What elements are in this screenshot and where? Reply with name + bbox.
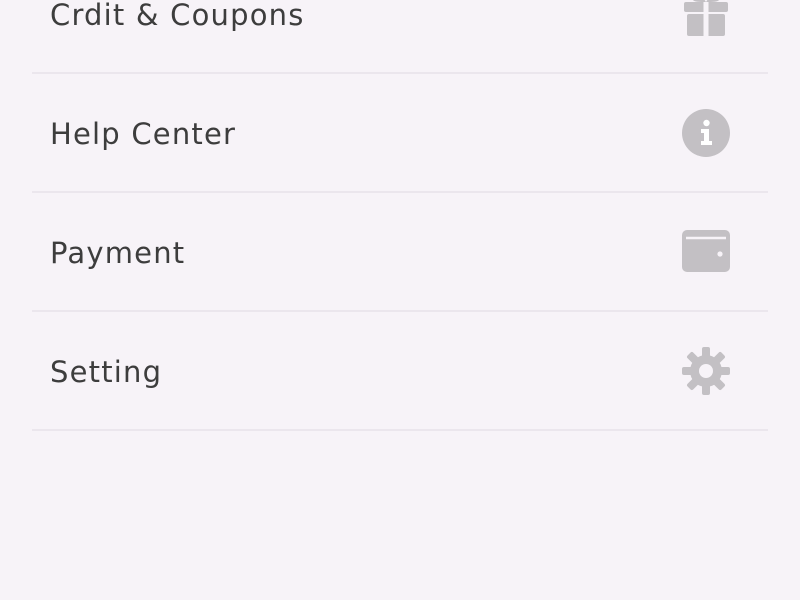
- gear-icon: [680, 345, 732, 397]
- menu-item-label: Payment: [50, 236, 186, 270]
- menu-item-credit-coupons[interactable]: Crdit & Coupons: [32, 0, 768, 74]
- menu-item-label: Setting: [50, 355, 163, 389]
- gift-icon: [680, 0, 732, 40]
- menu-item-setting[interactable]: Setting: [32, 312, 768, 431]
- wallet-icon: [680, 226, 732, 278]
- menu-item-label: Crdit & Coupons: [50, 0, 305, 32]
- info-icon: [680, 107, 732, 159]
- menu-item-payment[interactable]: Payment: [32, 193, 768, 312]
- menu-item-help-center[interactable]: Help Center: [32, 74, 768, 193]
- menu-item-label: Help Center: [50, 117, 237, 151]
- menu-list: Crdit & Coupons Help Center Payment Sett…: [32, 0, 768, 431]
